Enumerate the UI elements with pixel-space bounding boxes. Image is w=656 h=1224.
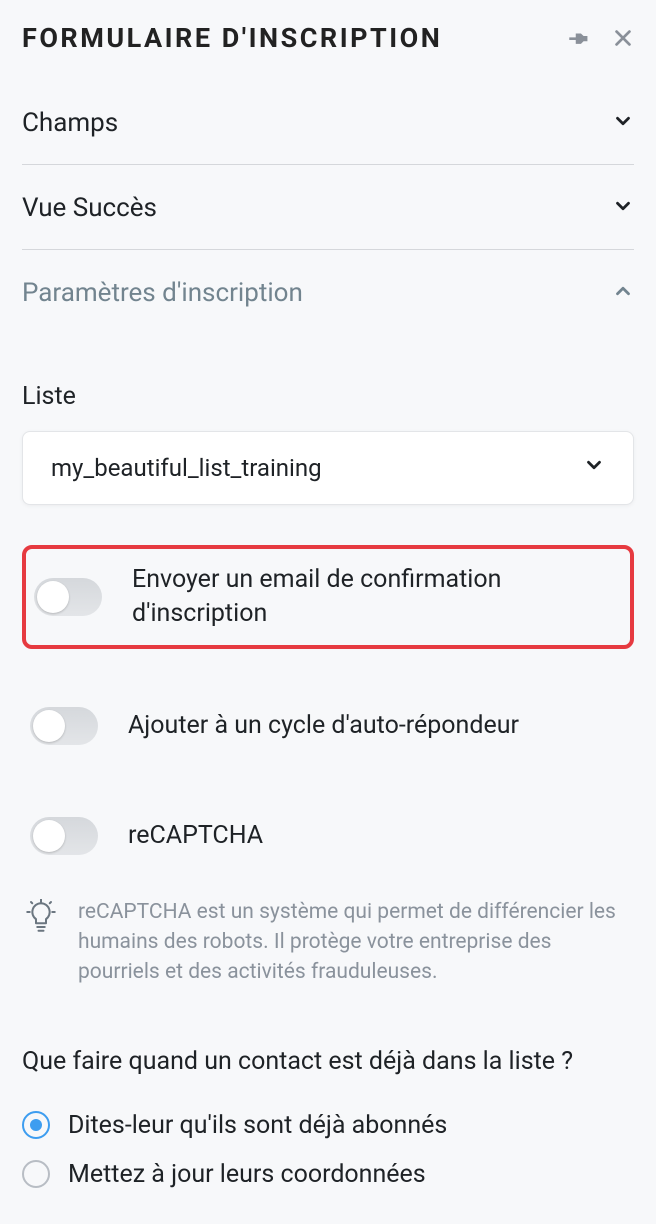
- accordion-success[interactable]: Vue Succès: [22, 165, 634, 250]
- accordion-fields[interactable]: Champs: [22, 80, 634, 165]
- accordion-settings[interactable]: Paramètres d'inscription: [22, 250, 634, 334]
- accordion-settings-label: Paramètres d'inscription: [22, 278, 303, 308]
- accordion-fields-label: Champs: [22, 108, 118, 138]
- chevron-down-icon: [612, 110, 634, 136]
- toggle-recaptcha-row: reCAPTCHA: [22, 803, 634, 869]
- recaptcha-info-text: reCAPTCHA est un système qui permet de d…: [78, 897, 630, 988]
- toggle-autoresponder[interactable]: [30, 707, 98, 745]
- radio-option-update-details[interactable]: Mettez à jour leurs coordonnées: [22, 1150, 634, 1199]
- header-actions: [568, 27, 634, 49]
- toggle-confirmation[interactable]: [34, 578, 102, 616]
- chevron-down-icon: [583, 454, 605, 482]
- toggle-confirmation-label: Envoyer un email de confirmation d'inscr…: [132, 563, 622, 631]
- highlighted-option: Envoyer un email de confirmation d'inscr…: [22, 545, 634, 649]
- pin-icon[interactable]: [568, 27, 590, 49]
- accordion-success-label: Vue Succès: [22, 193, 157, 223]
- radio-input[interactable]: [22, 1160, 50, 1188]
- chevron-down-icon: [612, 195, 634, 221]
- panel-title: FORMULAIRE D'INSCRIPTION: [22, 22, 442, 54]
- chevron-up-icon: [612, 280, 634, 306]
- toggle-autoresponder-row: Ajouter à un cycle d'auto-répondeur: [22, 693, 634, 759]
- lightbulb-icon: [26, 899, 56, 988]
- list-label: Liste: [22, 382, 634, 411]
- close-icon[interactable]: [612, 27, 634, 49]
- existing-contact-question: Que faire quand un contact est déjà dans…: [22, 1044, 634, 1079]
- existing-contact-options: Dites-leur qu'ils sont déjà abonnés Mett…: [22, 1101, 634, 1199]
- list-select[interactable]: my_beautiful_list_training: [22, 431, 634, 505]
- recaptcha-info: reCAPTCHA est un système qui permet de d…: [22, 897, 634, 988]
- panel-header: FORMULAIRE D'INSCRIPTION: [22, 22, 634, 54]
- toggle-autoresponder-label: Ajouter à un cycle d'auto-répondeur: [128, 709, 519, 743]
- toggle-recaptcha[interactable]: [30, 817, 98, 855]
- radio-input[interactable]: [22, 1111, 50, 1139]
- radio-label: Dites-leur qu'ils sont déjà abonnés: [68, 1111, 447, 1140]
- toggle-recaptcha-label: reCAPTCHA: [128, 819, 263, 853]
- radio-label: Mettez à jour leurs coordonnées: [68, 1160, 426, 1189]
- toggle-confirmation-row: Envoyer un email de confirmation d'inscr…: [26, 549, 630, 645]
- list-selected-value: my_beautiful_list_training: [51, 454, 322, 482]
- radio-option-already-subscribed[interactable]: Dites-leur qu'ils sont déjà abonnés: [22, 1101, 634, 1150]
